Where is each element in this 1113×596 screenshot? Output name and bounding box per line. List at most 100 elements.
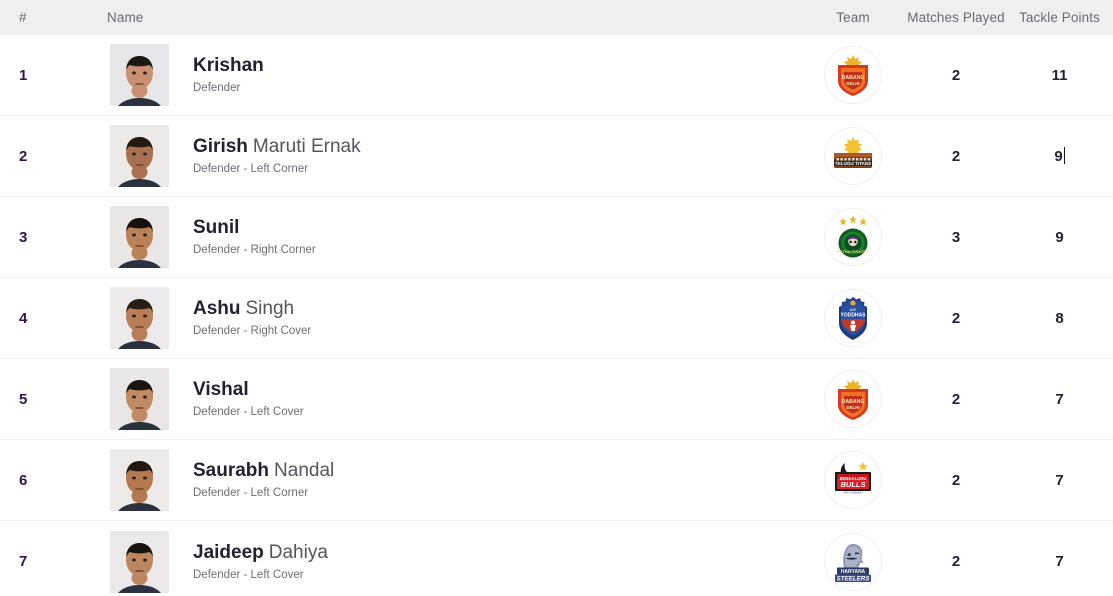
svg-text:PATNA PIRATES: PATNA PIRATES [837,249,869,254]
table-row[interactable]: 2 GirishMaruti Ernak Defender - Left Cor… [0,116,1113,197]
table-row[interactable]: 3 Sunil Defender - Right Corner [0,197,1113,278]
dabang-delhi-logo[interactable]: DABANG DELHI [824,46,882,104]
player-first-name: Sunil [193,217,239,238]
tackle-points-value: 7 [1055,391,1063,408]
player-last-name: Nandal [274,460,334,481]
table-row[interactable]: 7 JaideepDahiya Defender - Left Cover [0,521,1113,596]
player-last-name: Maruti Ernak [253,136,361,157]
player-name: GirishMaruti Ernak [193,135,361,158]
player-cell[interactable]: SaurabhNandal Defender - Left Corner [52,449,800,511]
player-cell[interactable]: AshuSingh Defender - Right Cover [52,287,800,349]
team-cell[interactable]: DABANG DELHI [800,370,906,428]
telugu-titans-logo[interactable]: TELUGU TITANS [824,127,882,185]
svg-text:HARYANA: HARYANA [841,568,866,574]
matches-played-cell: 2 [906,553,1006,570]
tackle-points-cell[interactable]: 8 [1006,310,1113,327]
tackle-points-cell[interactable]: 7 [1006,472,1113,489]
team-cell[interactable]: BENGALURU BULLS PRO KABADDI [800,451,906,509]
rank-cell: 3 [0,229,52,246]
tackle-points-cell[interactable]: 11 [1006,67,1113,84]
tackle-points-cell[interactable]: 9 [1006,229,1113,246]
column-header-matches-played[interactable]: Matches Played [906,10,1006,25]
player-name: SaurabhNandal [193,459,334,482]
table-row[interactable]: 6 SaurabhNandal Defender - Left Corner B… [0,440,1113,521]
player-info: JaideepDahiya Defender - Left Cover [193,541,328,583]
column-header-team[interactable]: Team [800,10,906,25]
player-first-name: Ashu [193,298,241,319]
player-info: Krishan Defender [193,54,264,96]
player-position: Defender - Right Cover [193,323,311,339]
tackle-points-cell[interactable]: 7 [1006,553,1113,570]
player-info: SaurabhNandal Defender - Left Corner [193,459,334,501]
player-cell[interactable]: Krishan Defender [52,44,800,106]
player-photo [110,44,169,106]
player-last-name: Singh [246,298,295,319]
player-name: Krishan [193,54,264,77]
tackle-points-value: 9 [1054,147,1064,165]
up-yoddhas-logo[interactable]: U.P. YODDHAS [824,289,882,347]
player-position: Defender - Left Corner [193,161,361,177]
table-body: 1 Krishan Defender DABANG DELHI [0,35,1113,596]
player-name: Vishal [193,378,304,401]
column-header-tackle-points[interactable]: Tackle Points [1006,10,1113,25]
tackle-points-cell[interactable]: 7 [1006,391,1113,408]
player-cell[interactable]: GirishMaruti Ernak Defender - Left Corne… [52,125,800,187]
dabang-delhi-logo[interactable]: DABANG DELHI [824,370,882,428]
player-position: Defender - Right Corner [193,242,316,258]
player-name: AshuSingh [193,297,311,320]
player-info: Sunil Defender - Right Corner [193,216,316,258]
player-position: Defender [193,80,264,96]
player-info: GirishMaruti Ernak Defender - Left Corne… [193,135,361,177]
player-photo [110,206,169,268]
table-header-row: # Name Team Matches Played Tackle Points [0,0,1113,35]
tackle-points-value: 8 [1055,310,1063,327]
patna-pirates-logo[interactable]: PATNA PIRATES [824,208,882,266]
matches-played-cell: 2 [906,310,1006,327]
tackle-points-cell[interactable]: 9 [1006,147,1113,165]
player-photo [110,368,169,430]
tackle-points-table: # Name Team Matches Played Tackle Points… [0,0,1113,596]
player-last-name: Dahiya [269,542,328,563]
player-info: AshuSingh Defender - Right Cover [193,297,311,339]
bengaluru-bulls-logo[interactable]: BENGALURU BULLS PRO KABADDI [824,451,882,509]
tackle-points-value: 7 [1055,472,1063,489]
tackle-points-value: 9 [1055,229,1063,246]
table-row[interactable]: 5 Vishal Defender - Left Cover DABANG DE… [0,359,1113,440]
player-cell[interactable]: Sunil Defender - Right Corner [52,206,800,268]
player-cell[interactable]: Vishal Defender - Left Cover [52,368,800,430]
team-cell[interactable]: HARYANA STEELERS [800,533,906,591]
table-row[interactable]: 4 AshuSingh Defender - Right Cover U.P. [0,278,1113,359]
team-cell[interactable]: U.P. YODDHAS [800,289,906,347]
svg-text:DELHI: DELHI [846,81,859,86]
svg-text:DELHI: DELHI [846,405,859,410]
rank-cell: 6 [0,472,52,489]
rank-cell: 5 [0,391,52,408]
team-cell[interactable]: DABANG DELHI [800,46,906,104]
column-header-rank[interactable]: # [0,10,52,25]
svg-text:PRO KABADDI: PRO KABADDI [843,491,862,495]
player-first-name: Saurabh [193,460,269,481]
player-photo [110,449,169,511]
tackle-points-value: 7 [1055,553,1063,570]
player-cell[interactable]: JaideepDahiya Defender - Left Cover [52,531,800,593]
rank-cell: 2 [0,148,52,165]
haryana-steelers-logo[interactable]: HARYANA STEELERS [824,533,882,591]
player-info: Vishal Defender - Left Cover [193,378,304,420]
svg-text:U.P.: U.P. [850,308,857,312]
team-cell[interactable]: TELUGU TITANS [800,127,906,185]
team-cell[interactable]: PATNA PIRATES [800,208,906,266]
player-name: Sunil [193,216,316,239]
player-first-name: Krishan [193,55,264,76]
matches-played-cell: 3 [906,229,1006,246]
player-photo [110,531,169,593]
column-header-name[interactable]: Name [52,10,800,25]
svg-text:STEELERS: STEELERS [837,575,871,582]
player-first-name: Vishal [193,379,249,400]
table-row[interactable]: 1 Krishan Defender DABANG DELHI [0,35,1113,116]
rank-cell: 1 [0,67,52,84]
svg-text:TELUGU TITANS: TELUGU TITANS [835,161,871,166]
matches-played-cell: 2 [906,67,1006,84]
player-name: JaideepDahiya [193,541,328,564]
matches-played-cell: 2 [906,148,1006,165]
player-position: Defender - Left Cover [193,404,304,420]
